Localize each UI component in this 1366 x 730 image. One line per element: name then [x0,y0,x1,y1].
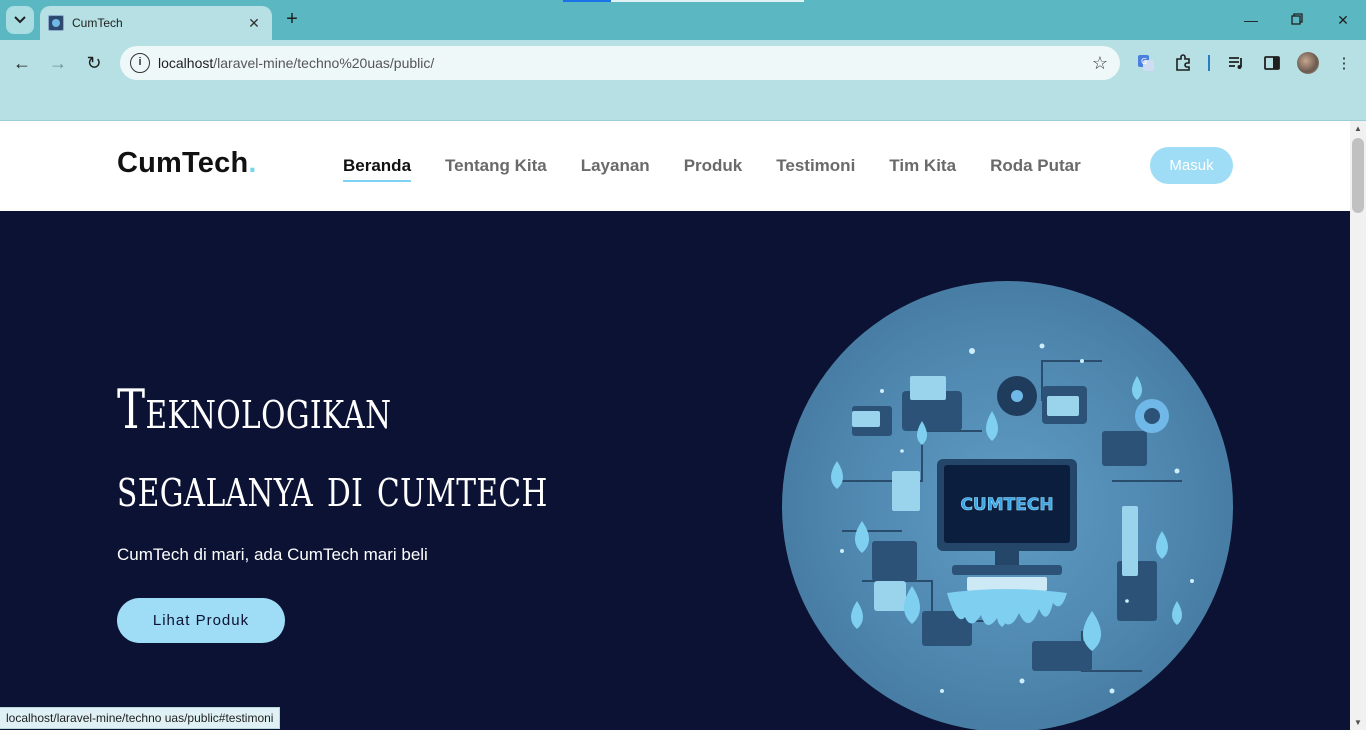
nav-testimoni[interactable]: Testimoni [776,156,855,184]
site-logo[interactable]: CumTech. [117,147,257,180]
minimize-button[interactable]: — [1241,10,1261,30]
translate-extension-icon[interactable]: G [1135,52,1157,74]
main-nav: Beranda Tentang Kita Layanan Produk Test… [343,156,1115,184]
hero-illustration: CUMTECH [782,281,1233,730]
tab-search-button[interactable] [6,6,34,34]
tab-indicator [563,0,611,2]
bookmark-star-icon[interactable]: ☆ [1092,53,1108,74]
browser-toolbar: ← → ↻ i localhost/laravel-mine/techno%20… [0,40,1366,121]
favicon-icon [48,15,64,31]
browser-tab[interactable]: CumTech ✕ [40,6,272,40]
nav-layanan[interactable]: Layanan [581,156,650,184]
scroll-thumb[interactable] [1352,138,1364,213]
side-panel-icon[interactable] [1261,52,1283,74]
nav-tim-kita[interactable]: Tim Kita [889,156,956,184]
hero-title: Teknologikan segalanya di cumtech [117,378,548,519]
nav-roda-putar[interactable]: Roda Putar [990,156,1081,184]
nav-produk[interactable]: Produk [684,156,743,184]
url-text[interactable]: localhost/laravel-mine/techno%20uas/publ… [158,55,1092,71]
profile-avatar[interactable] [1297,52,1319,74]
extensions-puzzle-icon[interactable] [1172,52,1194,74]
tab-title: CumTech [72,16,123,30]
chevron-down-icon [14,16,26,24]
back-button[interactable]: ← [10,51,34,75]
svg-text:CUMTECH: CUMTECH [960,495,1053,515]
address-bar[interactable]: i localhost/laravel-mine/techno%20uas/pu… [120,46,1120,80]
view-products-button[interactable]: Lihat Produk [117,598,285,643]
restore-icon [1291,13,1303,25]
close-tab-icon[interactable]: ✕ [246,15,262,31]
tab-indicator [611,0,804,2]
page-viewport: CumTech. Beranda Tentang Kita Layanan Pr… [0,121,1350,730]
page-scrollbar[interactable]: ▲ ▼ [1350,121,1366,730]
site-header: CumTech. Beranda Tentang Kita Layanan Pr… [0,121,1350,211]
browser-tab-strip: CumTech ✕ + — ✕ [0,0,1366,40]
toolbar-separator [1208,55,1210,71]
scroll-up-arrow-icon[interactable]: ▲ [1354,124,1362,133]
hero-subtitle: CumTech di mari, ada CumTech mari beli [117,545,428,564]
close-window-button[interactable]: ✕ [1333,10,1353,30]
site-info-icon[interactable]: i [130,53,150,73]
svg-text:G: G [1141,57,1147,66]
reload-button[interactable]: ↻ [82,51,106,75]
scroll-down-arrow-icon[interactable]: ▼ [1354,718,1362,727]
media-control-icon[interactable] [1225,52,1247,74]
new-tab-button[interactable]: + [282,9,302,29]
link-status-bubble: localhost/laravel-mine/techno uas/public… [0,707,281,729]
nav-tentang-kita[interactable]: Tentang Kita [445,156,547,184]
menu-kebab-icon[interactable]: ⋮ [1333,52,1355,74]
restore-button[interactable] [1287,10,1307,30]
nav-beranda[interactable]: Beranda [343,156,412,184]
login-button[interactable]: Masuk [1150,147,1233,184]
forward-button[interactable]: → [46,51,70,75]
